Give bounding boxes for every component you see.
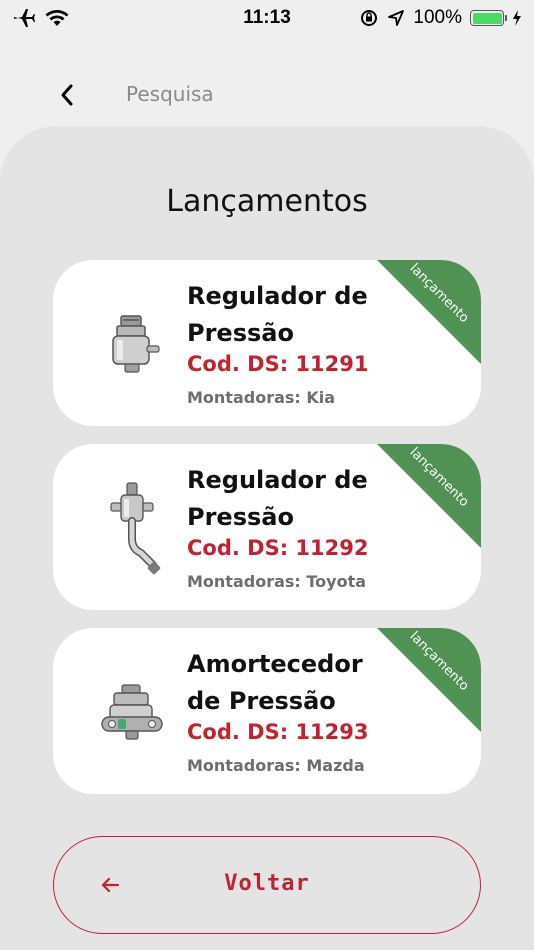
product-name: Regulador de Pressão bbox=[187, 282, 368, 347]
product-maker: Montadoras: Toyota bbox=[187, 572, 367, 591]
status-bar: 11:13 100% bbox=[0, 0, 534, 36]
section-title: Lançamentos bbox=[166, 184, 368, 219]
product-code: Cod. DS: 11291 bbox=[187, 352, 369, 376]
back-button[interactable] bbox=[52, 80, 82, 110]
battery-icon bbox=[470, 10, 507, 26]
header-title: Pesquisa bbox=[126, 82, 214, 106]
product-card[interactable]: Regulador de Pressão Cod. DS: 11292 Mont… bbox=[53, 444, 481, 610]
product-code: Cod. DS: 11293 bbox=[187, 720, 369, 744]
voltar-button[interactable]: Voltar bbox=[53, 836, 481, 934]
chevron-left-icon bbox=[61, 84, 73, 106]
product-name: Regulador de Pressão bbox=[187, 466, 368, 531]
header: Pesquisa bbox=[0, 56, 534, 132]
product-name: Amortecedor de Pressão bbox=[187, 650, 363, 715]
product-maker: Montadoras: Kia bbox=[187, 388, 336, 407]
ribbon-label: lançamento bbox=[406, 445, 472, 510]
ribbon-label: lançamento bbox=[406, 629, 472, 694]
product-image bbox=[93, 290, 173, 400]
voltar-label: Voltar bbox=[224, 871, 310, 896]
product-maker: Montadoras: Mazda bbox=[187, 756, 365, 775]
ribbon-label: lançamento bbox=[406, 261, 472, 326]
charging-icon bbox=[513, 10, 521, 26]
location-icon bbox=[388, 10, 405, 26]
product-card[interactable]: Regulador de Pressão Cod. DS: 11291 Mont… bbox=[53, 260, 481, 426]
product-card[interactable]: Amortecedor de Pressão Cod. DS: 11293 Mo… bbox=[53, 628, 481, 794]
orientation-lock-icon bbox=[361, 10, 378, 26]
airplane-icon bbox=[14, 9, 35, 27]
battery-percent: 100% bbox=[413, 7, 462, 28]
product-image bbox=[93, 474, 173, 584]
battery-fill bbox=[472, 12, 502, 24]
product-image bbox=[93, 658, 173, 768]
status-bar-left bbox=[12, 8, 70, 28]
wifi-icon bbox=[45, 10, 69, 26]
status-bar-right: 100% bbox=[359, 7, 522, 29]
product-code: Cod. DS: 11292 bbox=[187, 536, 369, 560]
